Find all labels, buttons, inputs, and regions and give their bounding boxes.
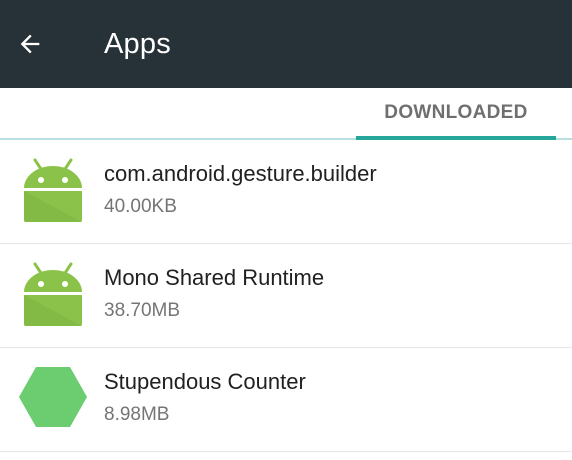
android-robot-icon (24, 158, 82, 222)
list-item[interactable]: Stupendous Counter 8.98MB (0, 348, 572, 452)
list-item[interactable]: com.android.gesture.builder 40.00KB (0, 140, 572, 244)
arrow-back-icon (20, 34, 40, 54)
app-name: Stupendous Counter (104, 369, 306, 394)
tab-bar: DOWNLOADED (0, 88, 572, 140)
app-name: Mono Shared Runtime (104, 265, 325, 290)
app-size: 40.00KB (104, 196, 177, 217)
tab-downloaded[interactable]: DOWNLOADED (356, 88, 556, 140)
android-robot-icon (24, 262, 82, 326)
back-button[interactable] (8, 22, 52, 66)
app-size: 8.98MB (104, 404, 170, 425)
list-item[interactable]: Mono Shared Runtime 38.70MB (0, 244, 572, 348)
app-list: com.android.gesture.builder 40.00KB Mono… (0, 140, 572, 452)
page-title: Apps (104, 28, 171, 60)
green-hexagon-icon (19, 367, 87, 427)
app-size: 38.70MB (104, 300, 181, 321)
app-name: com.android.gesture.builder (104, 161, 377, 186)
tab-label: DOWNLOADED (384, 102, 528, 123)
app-bar: Apps (0, 0, 572, 88)
